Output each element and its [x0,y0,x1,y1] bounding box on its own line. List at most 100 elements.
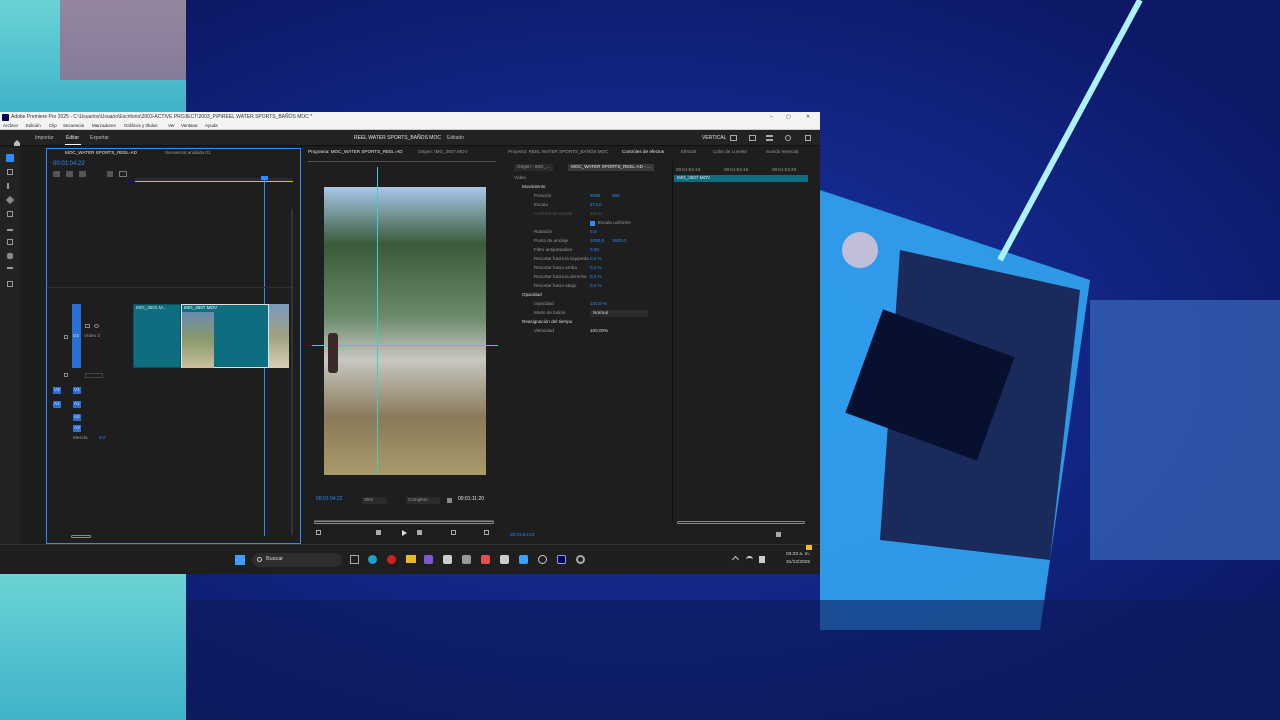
effect-row[interactable]: Velocidad 100,00% [504,328,674,337]
maximize-button[interactable]: ▢ [786,114,791,120]
hand-tool-icon[interactable] [7,253,13,259]
effects-timecode[interactable]: 00:01:04:22 [510,532,534,538]
timeline-tab-nested[interactable]: Secuencia anidada 01 [165,150,210,156]
menu-marcadores[interactable]: Marcadores [92,123,116,129]
effect-value[interactable]: 0,00 [590,247,599,253]
app-icon-d[interactable] [481,555,490,564]
zoom-select[interactable]: 35% [362,497,388,504]
effect-row[interactable]: Punto de anclaje 1080,0 1920,0 [504,238,674,247]
snap-icon[interactable] [53,171,60,177]
fullscreen-icon[interactable] [805,135,811,141]
opera-icon[interactable] [387,555,396,564]
wifi-icon[interactable] [746,556,753,563]
tab-project[interactable]: Proyecto: REEL WATER SPORTS_BAÑOS MOC [508,149,609,155]
timeline-scroll-v[interactable] [291,209,293,535]
add-button-icon[interactable] [484,530,489,535]
effect-row[interactable]: Escala uniforme [504,220,674,229]
menu-clip[interactable]: Clip [49,123,57,129]
program-timecode[interactable]: 00:01:04:22 [316,497,342,502]
menu-ver[interactable]: Ver [168,123,175,129]
menu-graficos[interactable]: Gráficos y títulos [124,123,158,129]
menu-ayuda[interactable]: Ayuda [205,123,218,129]
menu-secuencia[interactable]: Secuencia [63,123,84,129]
marker-icon[interactable] [79,171,86,177]
razor-tool-icon[interactable] [5,195,15,205]
app-icon-c[interactable] [462,555,471,564]
share-icon[interactable] [785,135,791,141]
volume-icon[interactable] [759,556,765,563]
tray-chevron-icon[interactable] [731,555,740,564]
workspace-layout[interactable]: VERTICAL [702,136,726,141]
app-icon-f[interactable] [519,555,528,564]
menu-edicion[interactable]: Edición [26,123,41,129]
timeline-ruler[interactable] [135,178,293,182]
notification-icon[interactable] [806,545,812,550]
source-tab[interactable]: Origen: IMG_3507.MOV [418,149,468,155]
uniform-scale-checkbox[interactable] [590,221,595,226]
play-icon[interactable] [402,530,407,536]
tab-effect-controls[interactable]: Controles de efectos [622,149,664,155]
filter-icon[interactable] [776,532,781,537]
task-view-icon[interactable] [350,555,359,564]
effect-row[interactable]: Recortar hacia abajo 0,0 % [504,283,674,292]
type-tool-icon[interactable] [7,267,13,273]
effect-row[interactable]: Recortar hacia la derecha 0,0 % [504,274,674,283]
clock-date[interactable]: 31/12/2025 [786,560,810,566]
quality-select[interactable]: Completo [406,497,440,504]
effect-row[interactable]: Opacidad 100,0 % [504,301,674,310]
timeline-timecode[interactable]: 00:01:04:22 [53,161,85,167]
effect-value[interactable]: 100,0 % [590,301,607,307]
clock-time[interactable]: 03:33 a. m. [786,552,810,558]
premiere-taskbar-icon[interactable] [557,555,566,564]
program-video-frame[interactable] [312,167,498,475]
rectangle-tool-icon[interactable] [7,239,13,245]
clip-keyframe-bar[interactable]: IMG_3507.MOV [674,175,808,182]
effect-row[interactable]: Recortar hacia arriba 0,0 % [504,265,674,274]
explorer-icon[interactable] [406,555,416,563]
timeline-zoom-bar[interactable] [71,535,91,538]
lock-icon[interactable] [64,335,68,339]
selection-tool-icon[interactable] [6,154,14,162]
app-icon-g[interactable] [538,555,547,564]
tab-editar[interactable]: Editar [66,136,79,141]
tab-effects[interactable]: Efectos [681,149,696,155]
clip-3[interactable] [269,304,289,368]
effect-value[interactable]: 0,0 [590,229,596,235]
effect-row[interactable]: Escala 273,0 [504,202,674,211]
tab-lumetri[interactable]: Color de Lumetri [713,149,747,155]
program-tab[interactable]: Programa: MOC_WATER SPORTS_REEL-AD [308,149,403,155]
track-select-icon[interactable] [7,169,13,175]
step-forward-icon[interactable] [417,530,422,535]
wrench-icon[interactable] [107,171,113,177]
layout-icon[interactable] [730,135,737,141]
minimize-button[interactable]: – [770,114,773,120]
effect-value[interactable]: 0,0 % [590,256,602,262]
effect-row[interactable]: Rotación 0,0 [504,229,674,238]
tab-exportar[interactable]: Exportar [90,136,109,141]
playhead-handle[interactable] [261,176,268,180]
clip-1[interactable]: IMG_3502.M... [133,304,181,368]
effect-row[interactable]: Posición 5090 960 [504,193,674,202]
blend-mode-select[interactable]: Normal [590,310,648,317]
effects-zoom-bar[interactable] [677,521,805,524]
mix-value[interactable]: 0,0 [99,435,105,441]
menu-ventana[interactable]: Ventana [181,123,198,129]
linked-selection-icon[interactable] [66,171,73,177]
export-frame-icon[interactable] [451,530,456,535]
app-icon-a[interactable] [424,555,433,564]
v2-track-target[interactable] [64,373,68,377]
eye-icon[interactable] [94,324,99,328]
add-marker-icon[interactable] [316,530,321,535]
pen-tool-icon[interactable] [7,225,13,231]
program-range-bar[interactable] [314,521,494,524]
edge-icon[interactable] [368,555,377,564]
source-clip-tab[interactable]: Origen - IMG_... [514,164,553,171]
tab-essential-sound[interactable]: Sonido esencial [766,149,798,155]
settings-wrench-icon[interactable] [447,498,452,503]
clip-2[interactable]: IMG_3507.MOV [181,304,269,368]
effect-value[interactable]: 1080,0 [590,238,604,244]
effect-value[interactable]: 100,00% [590,328,608,334]
step-back-icon[interactable] [376,530,381,535]
home-icon[interactable] [13,134,21,146]
effect-row[interactable]: Reasignación del tiempo [504,319,674,328]
